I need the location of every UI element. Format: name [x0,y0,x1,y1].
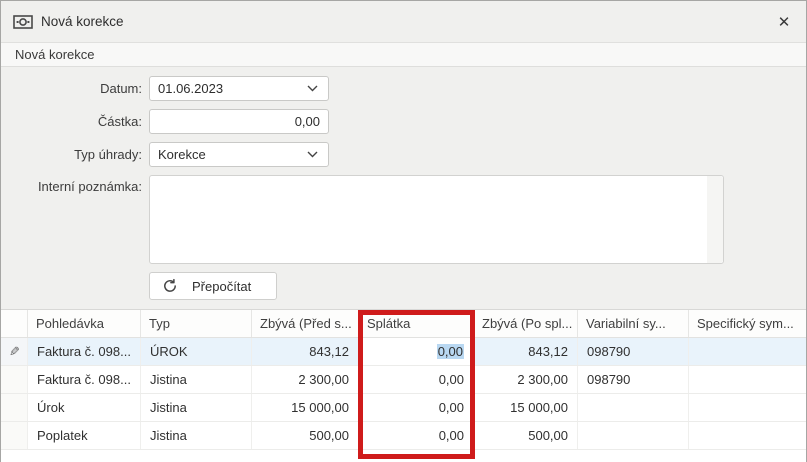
row-handle[interactable] [1,394,28,421]
payment-type-combobox[interactable]: Korekce [149,142,329,167]
date-combobox[interactable]: 01.06.2023 [149,76,329,101]
cell-zbyva_po[interactable]: 843,12 [474,338,578,365]
row-handle[interactable] [1,366,28,393]
cell-splatka[interactable]: 0,00 [359,394,474,421]
cell-pohledavka[interactable]: Úrok [28,394,141,421]
date-value: 01.06.2023 [158,81,307,96]
cell-zbyva_pred[interactable]: 500,00 [252,422,359,449]
cell-variabilni[interactable] [578,422,689,449]
cell-typ[interactable]: ÚROK [141,338,252,365]
table-row[interactable]: ✎Faktura č. 098...ÚROK843,120,00843,1209… [1,338,807,366]
cell-splatka[interactable]: 0,00 [359,422,474,449]
recalculate-label: Přepočítat [192,279,251,294]
table-header-row: PohledávkaTypZbývá (Před s...SplátkaZbýv… [1,310,807,338]
column-header-zbyva_po[interactable]: Zbývá (Po spl... [474,310,578,337]
cell-variabilni[interactable] [578,394,689,421]
cell-zbyva_pred[interactable]: 15 000,00 [252,394,359,421]
cell-pohledavka[interactable]: Faktura č. 098... [28,338,141,365]
correction-form: Datum: 01.06.2023 Částka: Typ úhrady: Ko… [1,68,806,300]
column-header-typ[interactable]: Typ [141,310,252,337]
cell-zbyva_po[interactable]: 2 300,00 [474,366,578,393]
cell-typ[interactable]: Jistina [141,422,252,449]
recalculate-button[interactable]: Přepočítat [149,272,277,300]
amount-input[interactable] [149,109,329,134]
cell-zbyva_pred[interactable]: 2 300,00 [252,366,359,393]
row-handle[interactable]: ✎ [1,338,28,365]
table-row[interactable]: Faktura č. 098...Jistina2 300,000,002 30… [1,366,807,394]
cell-specificky[interactable] [689,394,807,421]
banknote-icon [13,15,33,29]
column-header-zbyva_pred[interactable]: Zbývá (Před s... [252,310,359,337]
chevron-down-icon [307,85,318,92]
editing-cell-value: 0,00 [437,344,464,359]
cell-pohledavka[interactable]: Poplatek [28,422,141,449]
cell-zbyva_pred[interactable]: 843,12 [252,338,359,365]
amount-label: Částka: [1,114,149,129]
table-row[interactable]: PoplatekJistina500,000,00500,00 [1,422,807,450]
cell-splatka[interactable]: 0,00 [359,338,474,365]
cell-splatka[interactable]: 0,00 [359,366,474,393]
dialog-window: Nová korekce ✕ Nová korekce Datum: 01.06… [0,0,807,462]
cell-typ[interactable]: Jistina [141,366,252,393]
cell-variabilni[interactable]: 098790 [578,366,689,393]
close-button[interactable]: ✕ [768,6,800,38]
chevron-down-icon [307,151,318,158]
cell-specificky[interactable] [689,422,807,449]
table-body: ✎Faktura č. 098...ÚROK843,120,00843,1209… [1,338,807,450]
title-bar: Nová korekce ✕ [1,1,806,43]
internal-note-label: Interní poznámka: [1,175,149,194]
cell-typ[interactable]: Jistina [141,394,252,421]
receivables-table: PohledávkaTypZbývá (Před s...SplátkaZbýv… [1,309,807,462]
tab-nova-korekce[interactable]: Nová korekce [1,43,806,67]
cell-specificky[interactable] [689,338,807,365]
column-header-handle[interactable] [1,310,28,337]
column-header-specificky[interactable]: Specifický sym... [689,310,807,337]
cell-specificky[interactable] [689,366,807,393]
cell-variabilni[interactable]: 098790 [578,338,689,365]
payment-type-value: Korekce [158,147,307,162]
pencil-icon: ✎ [9,344,20,360]
cell-zbyva_po[interactable]: 15 000,00 [474,394,578,421]
cell-zbyva_po[interactable]: 500,00 [474,422,578,449]
window-title: Nová korekce [41,14,124,29]
table-row[interactable]: ÚrokJistina15 000,000,0015 000,00 [1,394,807,422]
row-handle[interactable] [1,422,28,449]
date-label: Datum: [1,81,149,96]
column-header-splatka[interactable]: Splátka [359,310,474,337]
column-header-variabilni[interactable]: Variabilní sy... [578,310,689,337]
column-header-pohledavka[interactable]: Pohledávka [28,310,141,337]
payment-type-label: Typ úhrady: [1,147,149,162]
cell-pohledavka[interactable]: Faktura č. 098... [28,366,141,393]
refresh-icon [162,278,178,294]
tab-label: Nová korekce [15,47,94,62]
internal-note-textarea[interactable] [149,175,724,264]
